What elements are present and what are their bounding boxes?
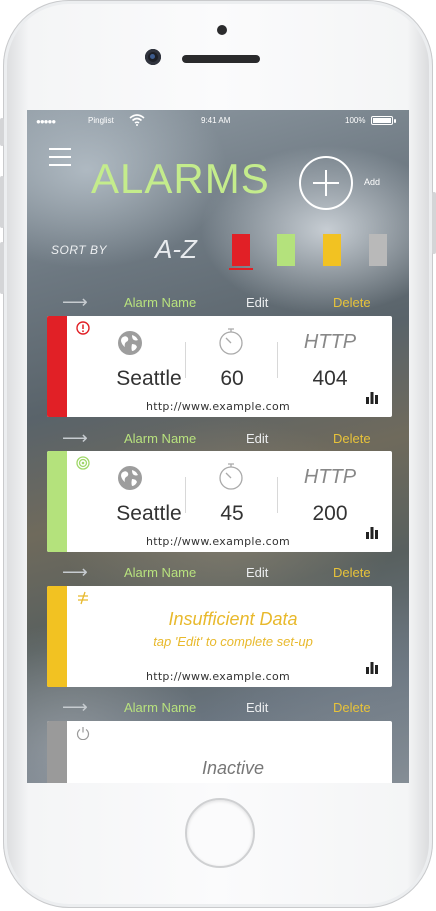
alarm-card[interactable]: Seattle 45 HTTP 200 http://www.example.c…	[47, 451, 392, 552]
alarm-inactive-label: Inactive	[201, 758, 265, 778]
sort-red-swatch[interactable]	[232, 234, 250, 266]
power-button	[432, 192, 436, 254]
alert-icon	[76, 321, 90, 335]
card-divider	[277, 477, 278, 513]
edit-button[interactable]: Edit	[246, 431, 268, 446]
bar-chart-icon[interactable]	[365, 525, 379, 539]
sort-green-swatch[interactable]	[277, 234, 295, 266]
earpiece-speaker	[182, 55, 260, 63]
status-stripe	[47, 316, 67, 417]
status-stripe	[47, 451, 67, 552]
alarm-card[interactable]: Inactive	[47, 721, 392, 783]
arrow-right-icon: ⟶	[62, 697, 88, 717]
add-label: Add	[364, 177, 381, 187]
battery-percent: 100%	[345, 116, 366, 125]
alarm-protocol: HTTP	[303, 331, 357, 353]
globe-icon	[118, 466, 142, 490]
alarm-warning-title: Insufficient Data	[168, 609, 298, 629]
proximity-sensor	[217, 25, 227, 35]
alarm-status-code: 404	[312, 367, 348, 390]
arrow-right-icon: ⟶	[62, 428, 88, 448]
alarm-name-label: Alarm Name	[124, 295, 197, 310]
carrier-name: Pinglist	[88, 116, 114, 125]
alarm-city: Seattle	[116, 502, 182, 525]
power-icon	[76, 727, 90, 740]
battery-icon	[371, 116, 396, 125]
edit-button[interactable]: Edit	[246, 565, 268, 580]
edit-button[interactable]: Edit	[246, 295, 268, 310]
delete-button[interactable]: Delete	[333, 295, 371, 310]
alarm-row-header: ⟶ Alarm Name Edit Delete	[27, 428, 409, 448]
status-stripe	[47, 586, 67, 687]
arrow-right-icon: ⟶	[62, 562, 88, 582]
arrow-right-icon: ⟶	[62, 292, 88, 312]
edit-button[interactable]: Edit	[246, 700, 268, 715]
alarm-name-label: Alarm Name	[124, 565, 197, 580]
front-camera	[145, 49, 161, 65]
delete-button[interactable]: Delete	[333, 700, 371, 715]
bar-chart-icon[interactable]	[365, 660, 379, 674]
delete-button[interactable]: Delete	[333, 565, 371, 580]
sort-yellow-swatch[interactable]	[323, 234, 341, 266]
add-alarm-button[interactable]	[299, 156, 353, 210]
alarm-name-label: Alarm Name	[124, 700, 197, 715]
alarm-interval: 60	[220, 367, 244, 390]
alarm-card[interactable]: Insufficient Data tap 'Edit' to complete…	[47, 586, 392, 687]
card-divider	[277, 342, 278, 378]
alarm-city: Seattle	[116, 367, 182, 390]
wifi-icon	[129, 114, 145, 126]
home-button[interactable]	[185, 798, 255, 868]
volume-up-button	[0, 176, 4, 228]
alarm-row-header: ⟶ Alarm Name Edit Delete	[27, 562, 409, 582]
sort-alphabetical-button[interactable]: A-Z	[155, 234, 197, 265]
sort-selected-indicator	[229, 268, 253, 270]
status-stripe	[47, 721, 67, 783]
signal-strength-icon: ●●●●●	[36, 117, 56, 126]
alarm-row-header: ⟶ Alarm Name Edit Delete	[27, 292, 409, 312]
volume-down-button	[0, 242, 4, 294]
stopwatch-icon	[219, 328, 243, 355]
alarm-card[interactable]: Seattle 60 HTTP 404 http://www.example.c…	[47, 316, 392, 417]
delete-button[interactable]: Delete	[333, 431, 371, 446]
sort-gray-swatch[interactable]	[369, 234, 387, 266]
not-equal-icon	[78, 591, 88, 605]
stopwatch-icon	[219, 463, 243, 490]
alarm-url: http://www.example.com	[145, 670, 291, 683]
page-title: ALARMS	[91, 155, 270, 202]
alarm-warning-subtitle: tap 'Edit' to complete set-up	[153, 634, 313, 649]
bar-chart-icon[interactable]	[365, 390, 379, 404]
status-time: 9:41 AM	[201, 116, 231, 125]
alarm-status-code: 200	[312, 502, 348, 525]
status-bar: ●●●●● Pinglist 9:41 AM 100%	[27, 110, 409, 130]
alarm-url: http://www.example.com	[145, 400, 291, 413]
target-icon	[76, 456, 90, 470]
sort-by-label: SORT BY	[51, 243, 107, 257]
globe-icon	[118, 331, 142, 355]
alarm-name-label: Alarm Name	[124, 431, 197, 446]
alarm-protocol: HTTP	[303, 466, 357, 488]
alarm-row-header: ⟶ Alarm Name Edit Delete	[27, 697, 409, 717]
mute-switch	[0, 118, 4, 146]
alarm-url: http://www.example.com	[145, 535, 291, 548]
app-screen: ●●●●● Pinglist 9:41 AM 100% ALARMS Add S…	[27, 110, 409, 783]
alarm-interval: 45	[220, 502, 244, 525]
hamburger-menu-icon[interactable]	[49, 148, 71, 168]
